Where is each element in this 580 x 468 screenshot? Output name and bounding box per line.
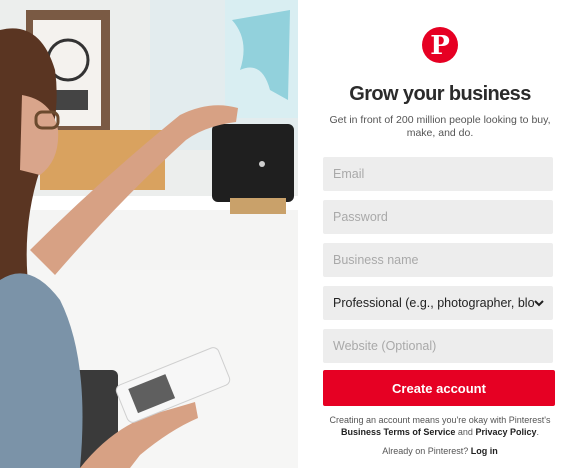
terms-prefix: Creating an account means you're okay wi… xyxy=(329,415,551,425)
login-prompt: Already on Pinterest? Log in xyxy=(318,446,562,456)
business-type-select[interactable]: Professional (e.g., photographer, blo xyxy=(323,286,553,320)
hero-photo xyxy=(0,0,298,468)
create-account-button[interactable]: Create account xyxy=(323,370,555,406)
login-prompt-text: Already on Pinterest? xyxy=(382,446,469,456)
email-field[interactable] xyxy=(323,157,553,191)
login-link[interactable]: Log in xyxy=(471,446,498,456)
page-title: Grow your business xyxy=(349,83,531,105)
business-name-field[interactable] xyxy=(323,243,553,277)
page-subtitle: Get in front of 200 million people looki… xyxy=(329,114,551,139)
terms-and: and xyxy=(457,427,473,437)
terms-suffix: . xyxy=(536,427,539,437)
business-type-value: Professional (e.g., photographer, blo xyxy=(333,296,535,310)
pinterest-logo-icon: P xyxy=(422,27,458,63)
signup-panel: P Grow your business Get in front of 200… xyxy=(318,0,562,468)
password-field[interactable] xyxy=(323,200,553,234)
terms-notice: Creating an account means you're okay wi… xyxy=(318,414,562,438)
terms-of-service-link[interactable]: Business Terms of Service xyxy=(341,427,455,437)
woman-with-phone-photo xyxy=(0,0,298,468)
chevron-down-icon xyxy=(534,300,544,307)
privacy-policy-link[interactable]: Privacy Policy xyxy=(475,427,536,437)
website-field[interactable] xyxy=(323,329,553,363)
